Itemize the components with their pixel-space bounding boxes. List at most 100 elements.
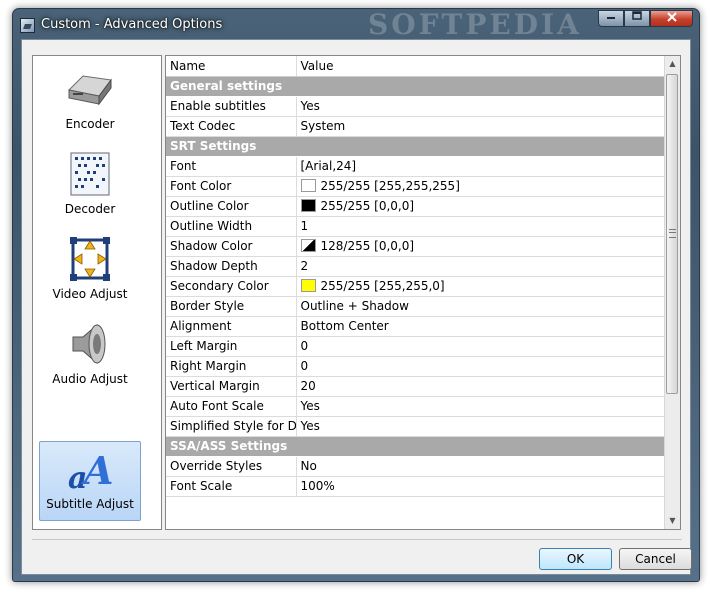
- color-swatch[interactable]: [300, 239, 316, 252]
- property-name: Alignment: [166, 316, 297, 337]
- property-row[interactable]: Shadow Depth 2: [166, 256, 664, 277]
- property-row[interactable]: Alignment Bottom Center: [166, 316, 664, 337]
- maximize-button[interactable]: [624, 10, 650, 27]
- property-value[interactable]: 255/255 [255,255,0]: [296, 276, 664, 297]
- property-name: Left Margin: [166, 336, 297, 357]
- section-header-label: SRT Settings: [166, 136, 664, 157]
- column-header-name[interactable]: Name: [166, 56, 297, 77]
- property-value[interactable]: 0: [296, 356, 664, 377]
- watermark-text: SOFTPEDIA: [368, 8, 582, 41]
- property-value-text: 128/255 [0,0,0]: [320, 239, 415, 253]
- property-row[interactable]: Font [Arial,24]: [166, 156, 664, 177]
- title-bar[interactable]: Custom - Advanced Options SOFTPEDIA: [13, 8, 699, 41]
- color-swatch[interactable]: [300, 279, 316, 292]
- window-title: Custom - Advanced Options: [41, 17, 223, 32]
- color-swatch[interactable]: [300, 199, 316, 212]
- section-header-row: SSA/ASS Settings: [166, 436, 664, 457]
- property-name: Auto Font Scale: [166, 396, 297, 417]
- property-value[interactable]: Yes: [296, 396, 664, 417]
- color-swatch[interactable]: [300, 179, 316, 192]
- property-value[interactable]: System: [296, 116, 664, 137]
- property-name: Outline Width: [166, 216, 297, 237]
- property-name: Font: [166, 156, 297, 177]
- property-value-text: 255/255 [255,255,255]: [320, 179, 460, 193]
- property-row[interactable]: Secondary Color 255/255 [255,255,0]: [166, 276, 664, 297]
- sidebar-item-label: Subtitle Adjust: [46, 497, 134, 511]
- property-name: Enable subtitles: [166, 96, 297, 117]
- sidebar-item-video-adjust[interactable]: Video Adjust: [39, 232, 141, 312]
- property-value[interactable]: 255/255 [0,0,0]: [296, 196, 664, 217]
- property-name: Secondary Color: [166, 276, 297, 297]
- property-row[interactable]: Outline Width 1: [166, 216, 664, 237]
- separator: [32, 539, 682, 540]
- audio-adjust-icon: [72, 323, 106, 365]
- maximize-icon: [632, 11, 642, 20]
- scroll-down-icon[interactable]: ▼: [665, 513, 680, 529]
- property-row[interactable]: Right Margin 0: [166, 356, 664, 377]
- property-row[interactable]: Simplified Style for D... Yes: [166, 416, 664, 437]
- property-name: Font Scale: [166, 476, 297, 497]
- video-adjust-icon: [70, 237, 110, 281]
- grid-header-row: Name Value: [166, 56, 664, 77]
- property-value[interactable]: Outline + Shadow: [296, 296, 664, 317]
- property-row[interactable]: Text Codec System: [166, 116, 664, 137]
- cancel-button[interactable]: Cancel: [619, 548, 692, 570]
- property-value[interactable]: [Arial,24]: [296, 156, 664, 177]
- section-header-row: General settings: [166, 76, 664, 97]
- property-name: Simplified Style for D...: [166, 416, 297, 437]
- property-value[interactable]: Yes: [296, 96, 664, 117]
- property-grid: Name Value General settings Enable subtit…: [165, 55, 681, 530]
- property-row[interactable]: Vertical Margin 20: [166, 376, 664, 397]
- property-row[interactable]: Shadow Color 128/255 [0,0,0]: [166, 236, 664, 257]
- subtitle-adjust-icon: a A: [68, 448, 113, 492]
- property-value[interactable]: 255/255 [255,255,255]: [296, 176, 664, 197]
- sidebar-item-encoder[interactable]: Encoder: [39, 62, 141, 142]
- minimize-icon: [607, 17, 615, 19]
- scroll-thumb[interactable]: [666, 74, 678, 394]
- property-value[interactable]: 1: [296, 216, 664, 237]
- close-icon: [666, 12, 677, 22]
- encoder-icon: [67, 75, 112, 106]
- column-header-value[interactable]: Value: [296, 56, 664, 77]
- svg-text:A: A: [81, 448, 113, 492]
- sidebar-item-decoder[interactable]: Decoder: [39, 147, 141, 227]
- property-row[interactable]: Font Scale 100%: [166, 476, 664, 497]
- minimize-button[interactable]: [598, 10, 624, 27]
- property-value[interactable]: Bottom Center: [296, 316, 664, 337]
- property-name: Override Styles: [166, 456, 297, 477]
- sidebar-item-label: Decoder: [64, 202, 116, 216]
- sidebar-item-subtitle-adjust[interactable]: a A Subtitle Adjust: [39, 441, 141, 521]
- section-header-label: SSA/ASS Settings: [166, 436, 664, 457]
- advanced-options-window: Custom - Advanced Options SOFTPEDIA Enco…: [12, 8, 700, 582]
- dialog-client-area: Encoder Decoder Video Adjust Audio Adjus…: [21, 39, 692, 575]
- category-sidebar: Encoder Decoder Video Adjust Audio Adjus…: [32, 55, 162, 530]
- property-row[interactable]: Left Margin 0: [166, 336, 664, 357]
- section-header-row: SRT Settings: [166, 136, 664, 157]
- property-row[interactable]: Border Style Outline + Shadow: [166, 296, 664, 317]
- close-button[interactable]: [650, 10, 693, 27]
- property-value[interactable]: 20: [296, 376, 664, 397]
- property-row[interactable]: Auto Font Scale Yes: [166, 396, 664, 417]
- property-name: Right Margin: [166, 356, 297, 377]
- property-value[interactable]: 2: [296, 256, 664, 277]
- property-row[interactable]: Enable subtitles Yes: [166, 96, 664, 117]
- grip-icon: [669, 229, 676, 238]
- sidebar-item-label: Encoder: [65, 117, 115, 131]
- ok-button[interactable]: OK: [539, 548, 612, 570]
- property-row[interactable]: Override Styles No: [166, 456, 664, 477]
- property-name: Border Style: [166, 296, 297, 317]
- property-value[interactable]: 100%: [296, 476, 664, 497]
- vertical-scrollbar[interactable]: ▲ ▼: [664, 56, 680, 529]
- property-value[interactable]: 128/255 [0,0,0]: [296, 236, 664, 257]
- sidebar-item-label: Video Adjust: [52, 287, 128, 301]
- sidebar-item-audio-adjust[interactable]: Audio Adjust: [39, 317, 141, 397]
- property-name: Text Codec: [166, 116, 297, 137]
- property-value[interactable]: Yes: [296, 416, 664, 437]
- property-value[interactable]: 0: [296, 336, 664, 357]
- property-value[interactable]: No: [296, 456, 664, 477]
- property-row[interactable]: Outline Color 255/255 [0,0,0]: [166, 196, 664, 217]
- property-row[interactable]: Font Color 255/255 [255,255,255]: [166, 176, 664, 197]
- property-value-text: 255/255 [255,255,0]: [320, 279, 445, 293]
- property-table: Name Value General settings Enable subtit…: [166, 56, 664, 497]
- scroll-up-icon[interactable]: ▲: [665, 56, 680, 72]
